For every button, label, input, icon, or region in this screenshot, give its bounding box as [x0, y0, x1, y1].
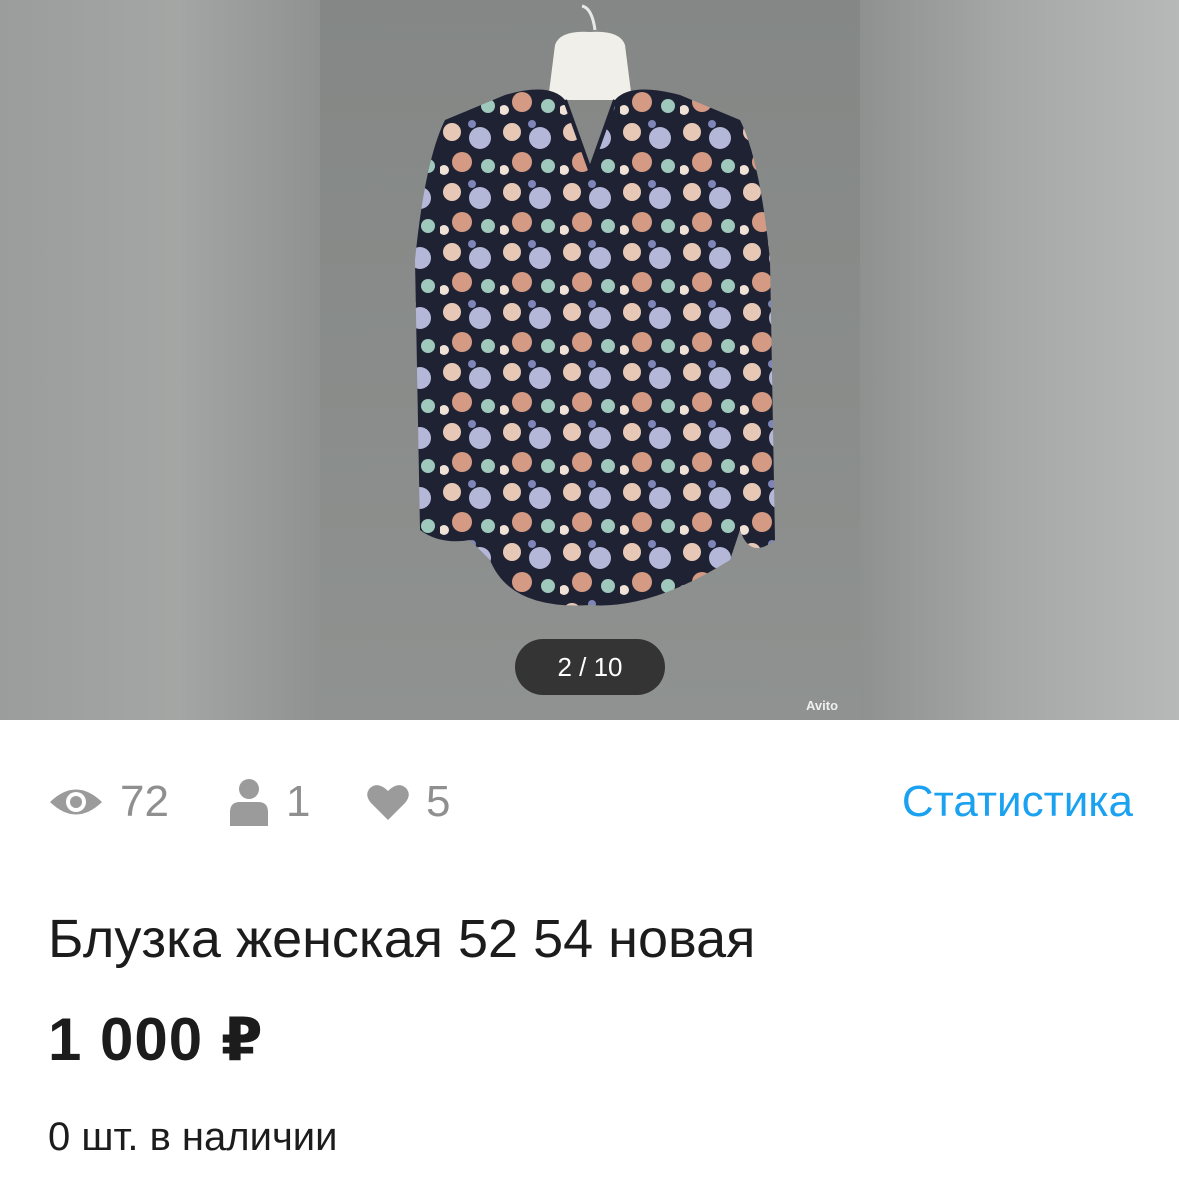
- favorites-stat: 5: [366, 770, 450, 834]
- heart-icon: [366, 782, 410, 822]
- blouse-on-mannequin-image: [415, 4, 775, 606]
- listing-price: 1 000 ₽: [48, 1006, 264, 1073]
- photo-gallery[interactable]: 2 / 10 Avito: [0, 0, 1179, 720]
- listing-stats: 72 1 5 Статистика: [48, 770, 1133, 834]
- photo-counter: 2 / 10: [515, 639, 665, 695]
- listing-title: Блузка женская 52 54 новая: [48, 909, 756, 969]
- views-count: 72: [120, 777, 169, 826]
- contacts-count: 1: [286, 777, 311, 826]
- watermark-logo: Avito: [806, 698, 839, 713]
- product-photo[interactable]: [320, 0, 860, 720]
- favorites-count: 5: [426, 777, 451, 826]
- views-stat: 72: [48, 770, 169, 834]
- eye-icon: [48, 785, 104, 819]
- statistics-link[interactable]: Статистика: [902, 770, 1133, 834]
- stock-status: 0 шт. в наличии: [48, 1115, 338, 1159]
- contacts-stat: 1: [228, 770, 310, 834]
- person-icon: [228, 778, 270, 826]
